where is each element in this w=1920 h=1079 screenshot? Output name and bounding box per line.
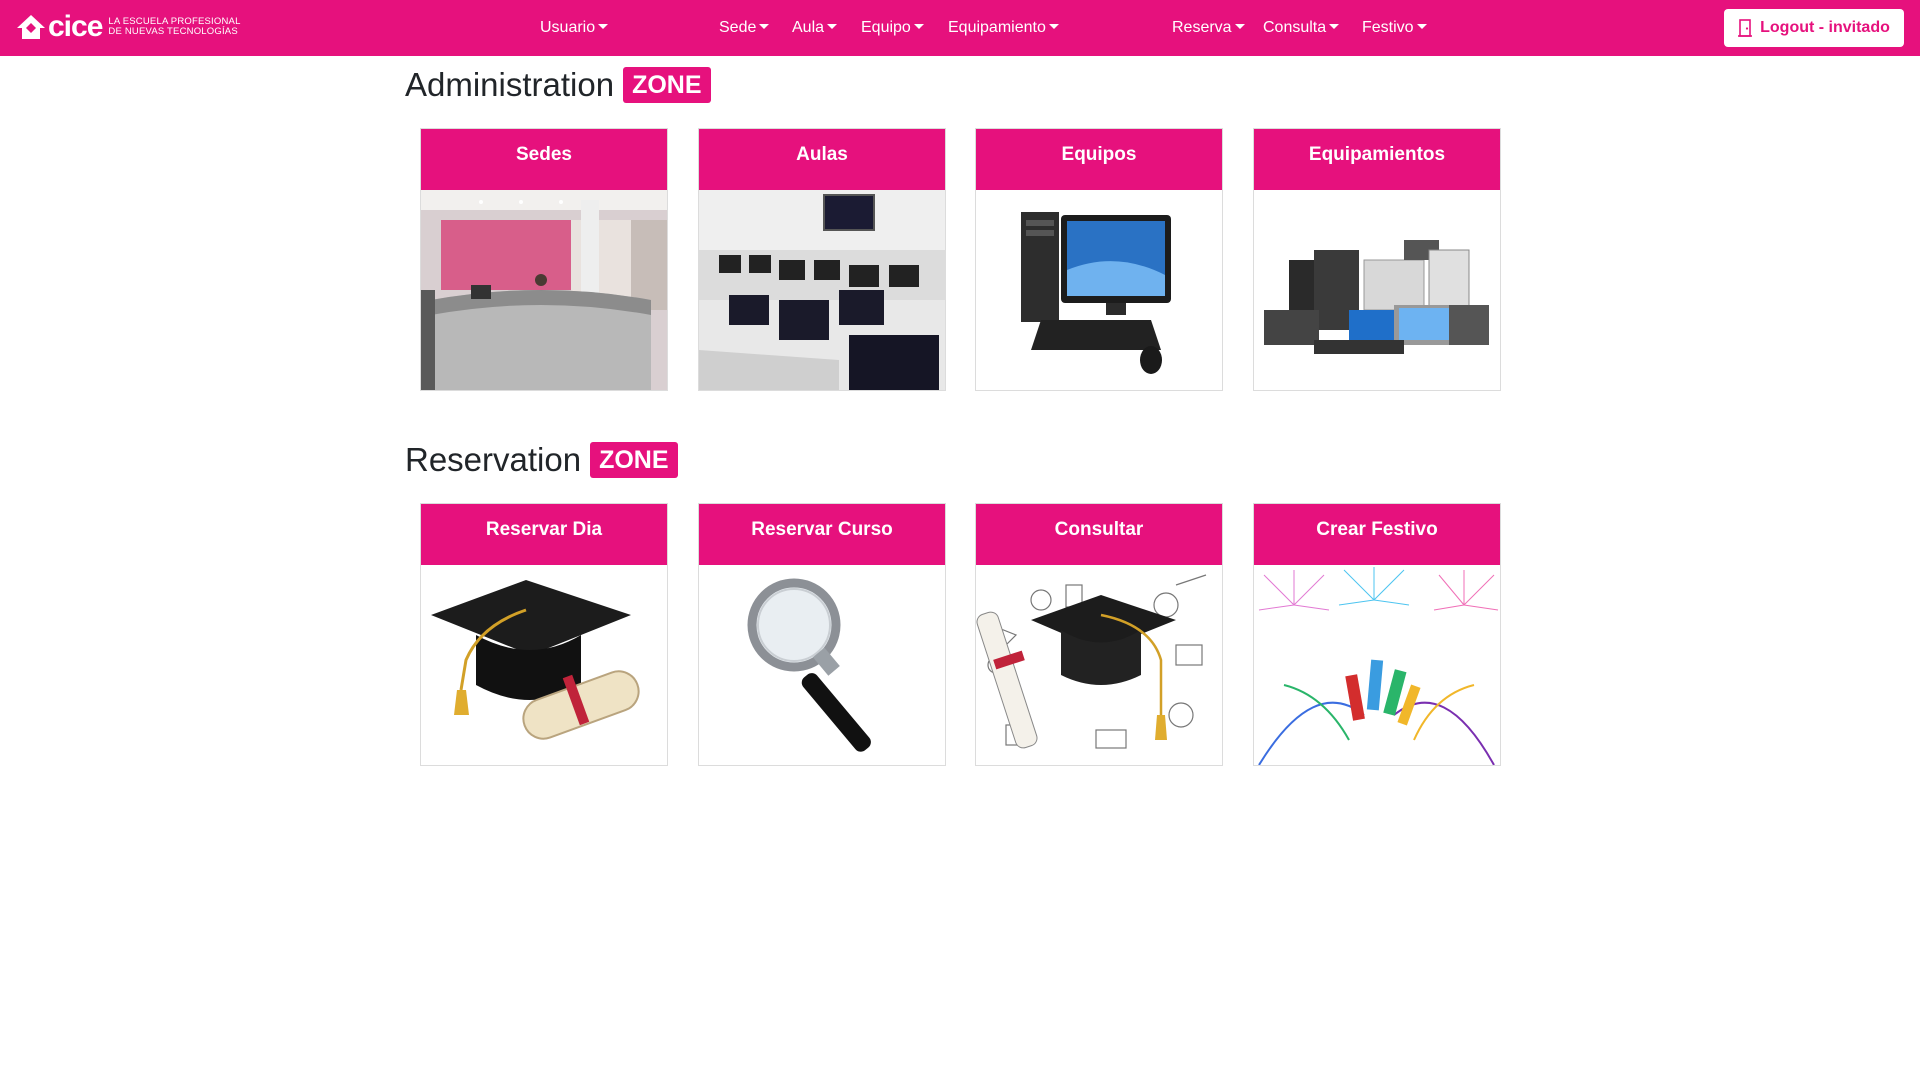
logo-tagline: LA ESCUELA PROFESIONAL DE NUEVAS TECNOLO… <box>108 17 240 37</box>
fireworks-image <box>1254 565 1500 765</box>
card-equipamientos[interactable]: Equipamientos <box>1253 128 1501 391</box>
brand-logo[interactable]: cice LA ESCUELA PROFESIONAL DE NUEVAS TE… <box>16 12 241 42</box>
card-aulas[interactable]: Aulas <box>698 128 946 391</box>
house-logo-icon <box>17 15 45 39</box>
card-reservar-curso-title: Reservar Curso <box>699 504 945 565</box>
graduation-cap-diploma-image <box>421 565 667 765</box>
nav-equipo-label: Equipo <box>861 19 911 36</box>
nav-aula-label: Aula <box>792 19 825 36</box>
caret-down-icon <box>1329 24 1340 29</box>
nav-sede-label: Sede <box>719 19 757 36</box>
administration-zone-heading: Administration ZONE <box>405 65 711 105</box>
card-aulas-title: Aulas <box>699 129 945 190</box>
card-crear-festivo[interactable]: Crear Festivo <box>1253 503 1501 766</box>
caret-down-icon <box>1048 24 1059 29</box>
card-equipos[interactable]: Equipos <box>975 128 1223 391</box>
nav-equipamiento-dropdown[interactable]: Equipamiento <box>948 17 1059 39</box>
administration-title: Administration <box>405 66 615 103</box>
caret-down-icon <box>1234 24 1245 29</box>
nav-festivo-dropdown[interactable]: Festivo <box>1362 17 1427 39</box>
caret-down-icon <box>759 24 770 29</box>
caret-down-icon <box>598 24 609 29</box>
card-sedes-title: Sedes <box>421 129 667 190</box>
card-sedes[interactable]: Sedes <box>420 128 668 391</box>
nav-reserva-dropdown[interactable]: Reserva <box>1172 17 1245 39</box>
classroom-computers-image <box>699 190 945 390</box>
reception-desk-image <box>421 190 667 390</box>
nav-equipo-dropdown[interactable]: Equipo <box>861 17 924 39</box>
nav-festivo-label: Festivo <box>1362 19 1414 36</box>
nav-sede-dropdown[interactable]: Sede <box>719 17 770 39</box>
zone-badge: ZONE <box>590 442 678 478</box>
card-reservar-dia-title: Reservar Dia <box>421 504 667 565</box>
desktop-computer-image <box>976 190 1222 390</box>
education-doodles-image <box>976 565 1222 765</box>
nav-aula-dropdown[interactable]: Aula <box>792 17 838 39</box>
logout-button[interactable]: Logout - invitado <box>1724 9 1904 47</box>
nav-usuario-label: Usuario <box>540 19 596 36</box>
card-consultar[interactable]: Consultar <box>975 503 1223 766</box>
office-equipment-image <box>1254 190 1500 390</box>
door-exit-icon <box>1738 19 1753 37</box>
nav-usuario-dropdown[interactable]: Usuario <box>540 17 609 39</box>
tagline-line-2: DE NUEVAS TECNOLOGÍAS <box>108 26 238 37</box>
caret-down-icon <box>1416 24 1427 29</box>
reservation-title: Reservation <box>405 441 582 478</box>
logo-wordmark: cice <box>48 10 103 43</box>
magnifying-glass-image <box>699 565 945 765</box>
logout-label: Logout - invitado <box>1760 19 1890 36</box>
card-equipamientos-title: Equipamientos <box>1254 129 1500 190</box>
card-consultar-title: Consultar <box>976 504 1222 565</box>
zone-badge: ZONE <box>623 67 711 103</box>
card-equipos-title: Equipos <box>976 129 1222 190</box>
nav-consulta-label: Consulta <box>1263 19 1327 36</box>
nav-equipamiento-label: Equipamiento <box>948 19 1046 36</box>
nav-consulta-dropdown[interactable]: Consulta <box>1263 17 1340 39</box>
top-navbar: cice LA ESCUELA PROFESIONAL DE NUEVAS TE… <box>0 0 1920 56</box>
card-reservar-dia[interactable]: Reservar Dia <box>420 503 668 766</box>
reservation-zone-heading: Reservation ZONE <box>405 440 678 480</box>
caret-down-icon <box>827 24 838 29</box>
caret-down-icon <box>913 24 924 29</box>
card-crear-festivo-title: Crear Festivo <box>1254 504 1500 565</box>
nav-reserva-label: Reserva <box>1172 19 1232 36</box>
card-reservar-curso[interactable]: Reservar Curso <box>698 503 946 766</box>
